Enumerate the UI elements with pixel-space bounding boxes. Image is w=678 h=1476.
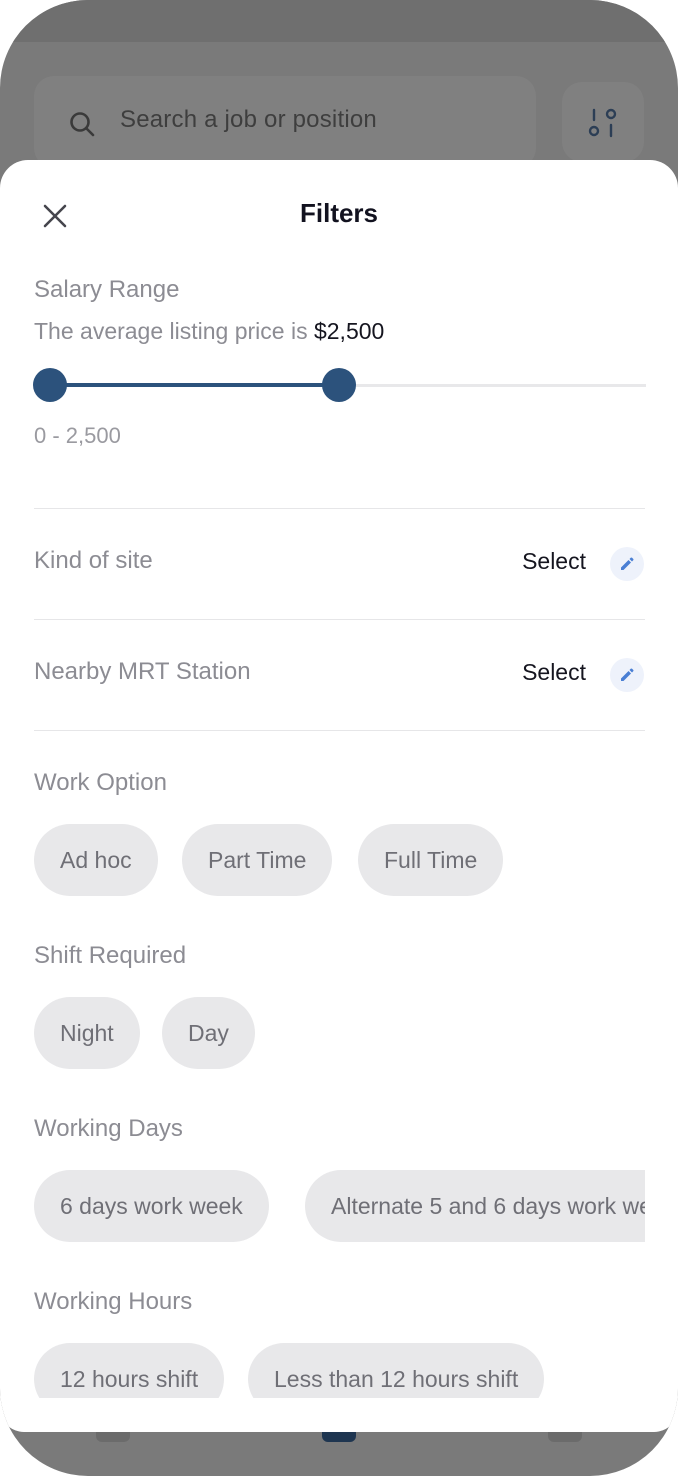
nearby-mrt-label: Nearby MRT Station — [34, 658, 251, 685]
chip-ad-hoc[interactable]: Ad hoc — [34, 824, 158, 896]
sheet-title: Filters — [299, 198, 379, 228]
average-price-value: $2,500 — [313, 318, 385, 344]
chip-less-than-12-hours-shift[interactable]: Less than 12 hours shift — [248, 1343, 545, 1398]
salary-range-label: Salary Range — [34, 276, 180, 303]
search-icon — [70, 112, 95, 137]
nearby-mrt-edit-button[interactable] — [610, 658, 644, 692]
work-option-label: Work Option — [34, 769, 167, 796]
kind-of-site-select[interactable]: Select — [522, 548, 586, 575]
chip-night[interactable]: Night — [34, 997, 140, 1069]
working-days-chip-row[interactable]: 6 days work week Alternate 5 and 6 days … — [34, 1170, 645, 1242]
filter-button[interactable] — [562, 82, 644, 162]
pencil-icon — [621, 557, 634, 570]
divider — [34, 508, 645, 509]
chip-6-days-work-week[interactable]: 6 days work week — [34, 1170, 269, 1242]
search-bar[interactable]: Search a job or position — [34, 76, 536, 168]
nearby-mrt-select[interactable]: Select — [522, 659, 586, 686]
average-price-prefix: The average listing price is — [34, 318, 314, 344]
working-hours-label: Working Hours — [34, 1288, 193, 1315]
salary-slider-min-handle[interactable] — [33, 368, 67, 402]
chip-12-hours-shift[interactable]: 12 hours shift — [34, 1343, 225, 1398]
average-price-text: The average listing price is $2,500 — [34, 318, 384, 345]
kind-of-site-label: Kind of site — [34, 547, 153, 574]
filters-sheet: Filters Salary Range The average listing… — [0, 160, 678, 1432]
chip-day[interactable]: Day — [162, 997, 255, 1069]
chip-part-time[interactable]: Part Time — [182, 824, 333, 896]
status-bar — [0, 0, 678, 42]
chip-alternate-5-and-6-days[interactable]: Alternate 5 and 6 days work week — [305, 1170, 645, 1242]
salary-slider-range — [50, 383, 339, 387]
phone-screen: Search a job or position Filters Salary … — [0, 0, 678, 1476]
sliders-icon — [588, 108, 617, 138]
kind-of-site-edit-button[interactable] — [610, 547, 644, 581]
salary-slider-max-handle[interactable] — [322, 368, 356, 402]
working-days-label: Working Days — [34, 1115, 183, 1142]
shift-required-label: Shift Required — [34, 942, 187, 969]
chip-full-time[interactable]: Full Time — [358, 824, 504, 896]
divider — [34, 730, 645, 731]
working-hours-chip-row[interactable]: 12 hours shift Less than 12 hours shift — [34, 1343, 645, 1398]
search-placeholder: Search a job or position — [120, 106, 377, 133]
salary-range-value: 0 - 2,500 — [34, 423, 121, 448]
divider — [34, 619, 645, 620]
pencil-icon — [621, 668, 634, 681]
